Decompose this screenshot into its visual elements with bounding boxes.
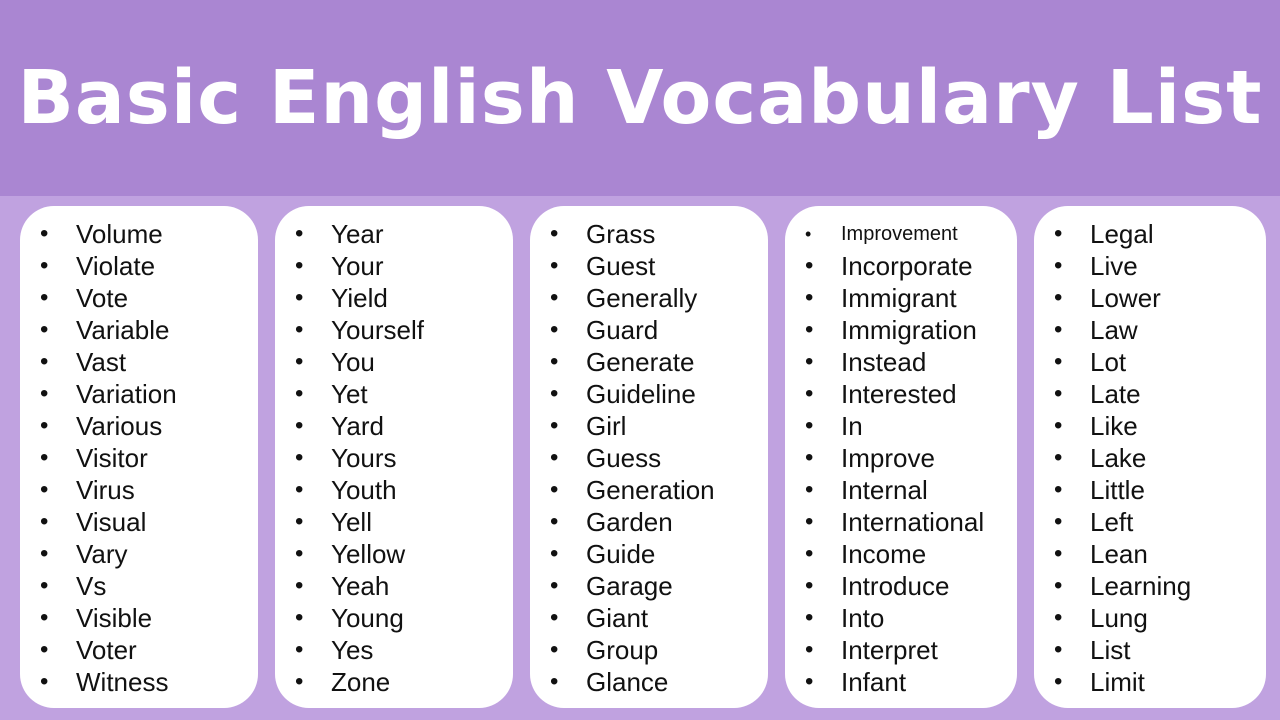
vocab-word: Garden [530, 506, 768, 538]
vocab-word: Yourself [275, 314, 513, 346]
vocab-word: Various [20, 410, 258, 442]
vocab-word: Garage [530, 570, 768, 602]
word-list-1: VolumeViolateVoteVariableVastVariationVa… [20, 218, 258, 698]
vocab-word: Lake [1034, 442, 1266, 474]
vocab-word: Voter [20, 634, 258, 666]
vocab-word: Little [1034, 474, 1266, 506]
vocab-word: Generate [530, 346, 768, 378]
vocab-word: Internal [785, 474, 1017, 506]
vocab-word: Introduce [785, 570, 1017, 602]
vocab-word: Improve [785, 442, 1017, 474]
vocab-word: You [275, 346, 513, 378]
vocab-word: Young [275, 602, 513, 634]
vocab-word: Guide [530, 538, 768, 570]
vocab-word: Yield [275, 282, 513, 314]
vocab-word: Lung [1034, 602, 1266, 634]
word-list-4: ImprovementIncorporateImmigrantImmigrati… [785, 218, 1017, 698]
vocab-word: Zone [275, 666, 513, 698]
vocab-word: Vary [20, 538, 258, 570]
word-card-4: ImprovementIncorporateImmigrantImmigrati… [785, 206, 1017, 708]
word-card-1: VolumeViolateVoteVariableVastVariationVa… [20, 206, 258, 708]
word-list-3: GrassGuestGenerallyGuardGenerateGuidelin… [530, 218, 768, 698]
vocab-word: Guess [530, 442, 768, 474]
vocab-word: Interested [785, 378, 1017, 410]
vocab-word: Generally [530, 282, 768, 314]
vocab-word: Visitor [20, 442, 258, 474]
vocab-word: Lean [1034, 538, 1266, 570]
word-columns: VolumeViolateVoteVariableVastVariationVa… [0, 0, 1280, 720]
vocab-word: Legal [1034, 218, 1266, 250]
vocab-word: Group [530, 634, 768, 666]
word-list-5: LegalLiveLowerLawLotLateLikeLakeLittleLe… [1034, 218, 1266, 698]
vocab-word: Glance [530, 666, 768, 698]
vocab-word: Variable [20, 314, 258, 346]
vocab-word: Violate [20, 250, 258, 282]
vocab-word: Generation [530, 474, 768, 506]
word-list-2: YearYourYieldYourselfYouYetYardYoursYout… [275, 218, 513, 698]
vocab-word: Yard [275, 410, 513, 442]
vocab-word: Witness [20, 666, 258, 698]
vocab-word: Learning [1034, 570, 1266, 602]
vocab-word: Yours [275, 442, 513, 474]
word-card-3: GrassGuestGenerallyGuardGenerateGuidelin… [530, 206, 768, 708]
vocab-word: International [785, 506, 1017, 538]
vocab-word: Lot [1034, 346, 1266, 378]
vocab-word: Limit [1034, 666, 1266, 698]
vocab-word: Giant [530, 602, 768, 634]
vocab-word: Guest [530, 250, 768, 282]
vocab-word: Volume [20, 218, 258, 250]
vocab-word: Yell [275, 506, 513, 538]
vocab-word: Year [275, 218, 513, 250]
vocab-word: Yes [275, 634, 513, 666]
vocab-word: Girl [530, 410, 768, 442]
vocab-word: Virus [20, 474, 258, 506]
vocab-word: Visible [20, 602, 258, 634]
vocab-word: Late [1034, 378, 1266, 410]
vocab-word: Vast [20, 346, 258, 378]
vocab-word: Guard [530, 314, 768, 346]
vocab-word: Yeah [275, 570, 513, 602]
vocab-word: Improvement [785, 218, 1017, 250]
vocab-word: Incorporate [785, 250, 1017, 282]
vocab-word: Guideline [530, 378, 768, 410]
vocab-word: Yet [275, 378, 513, 410]
vocab-word: Vote [20, 282, 258, 314]
vocab-word: Youth [275, 474, 513, 506]
vocab-word: Lower [1034, 282, 1266, 314]
vocab-word: In [785, 410, 1017, 442]
vocab-word: Left [1034, 506, 1266, 538]
vocab-word: Variation [20, 378, 258, 410]
vocab-word: Instead [785, 346, 1017, 378]
word-card-2: YearYourYieldYourselfYouYetYardYoursYout… [275, 206, 513, 708]
vocab-word: Into [785, 602, 1017, 634]
vocab-word: List [1034, 634, 1266, 666]
vocab-word: Income [785, 538, 1017, 570]
vocab-word: Your [275, 250, 513, 282]
vocab-word: Grass [530, 218, 768, 250]
vocab-word: Immigration [785, 314, 1017, 346]
vocab-word: Interpret [785, 634, 1017, 666]
vocab-word: Immigrant [785, 282, 1017, 314]
vocab-word: Like [1034, 410, 1266, 442]
vocab-word: Law [1034, 314, 1266, 346]
vocab-word: Infant [785, 666, 1017, 698]
vocab-word: Visual [20, 506, 258, 538]
vocab-word: Yellow [275, 538, 513, 570]
word-card-5: LegalLiveLowerLawLotLateLikeLakeLittleLe… [1034, 206, 1266, 708]
vocab-word: Vs [20, 570, 258, 602]
vocab-word: Live [1034, 250, 1266, 282]
